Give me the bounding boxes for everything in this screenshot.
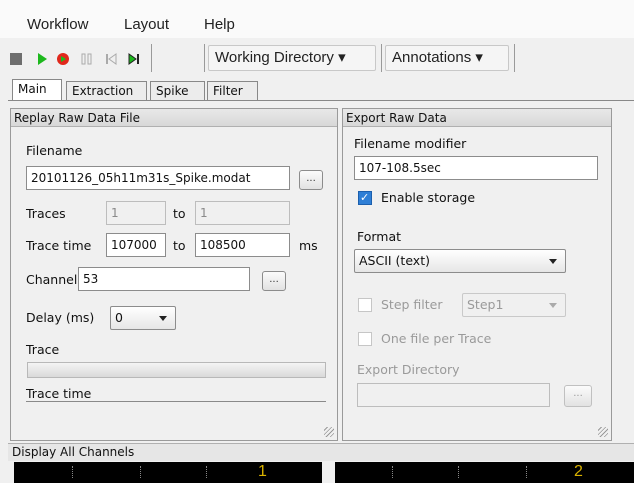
chevron-down-icon: ▾ (475, 49, 483, 66)
ms-label: ms (299, 238, 318, 253)
trace-progress-bar (27, 362, 326, 378)
channels-browse-button[interactable]: ... (262, 271, 286, 291)
channel-label-2: 2 (574, 463, 583, 480)
annotations-button[interactable]: Annotations ▾ (385, 45, 509, 71)
chevron-down-icon (549, 259, 557, 264)
record-icon[interactable] (56, 52, 70, 66)
resize-grip[interactable] (598, 427, 608, 437)
traces-to-label: to (173, 206, 186, 221)
tab-main[interactable]: Main (12, 79, 62, 101)
pause-icon[interactable] (80, 52, 94, 66)
filename-label: Filename (26, 143, 83, 158)
one-file-checkbox[interactable] (358, 332, 372, 346)
channel-label-1: 1 (258, 463, 267, 480)
chevron-down-icon (159, 316, 167, 321)
traces-to-field[interactable]: 1 (195, 201, 290, 225)
channels-field[interactable]: 53 (78, 267, 250, 291)
step-filter-select[interactable]: Step1 (462, 293, 566, 317)
annotations-label: Annotations (392, 49, 472, 66)
one-file-label: One file per Trace (381, 331, 492, 346)
enable-storage-checkbox[interactable] (358, 191, 372, 205)
filename-modifier-label: Filename modifier (354, 136, 467, 151)
display-header: Display All Channels (8, 443, 634, 461)
delay-select[interactable]: 0 (110, 306, 176, 330)
export-panel-title: Export Raw Data (343, 109, 611, 127)
trace-time-footer-label: Trace time (26, 386, 92, 401)
trace-time-to-field[interactable]: 108500 (195, 233, 290, 257)
step-filter-label: Step filter (381, 297, 443, 312)
toolbar-separator (151, 44, 152, 72)
traces-label: Traces (26, 206, 66, 221)
export-directory-browse-button[interactable]: ... (564, 385, 592, 407)
skip-back-icon[interactable] (104, 52, 118, 66)
tab-extraction[interactable]: Extraction (66, 81, 147, 101)
format-label: Format (357, 229, 402, 244)
display-title: Display All Channels (12, 445, 135, 459)
gridline (140, 466, 141, 478)
stop-icon[interactable] (10, 53, 22, 65)
menu-help[interactable]: Help (204, 16, 235, 33)
working-directory-button[interactable]: Working Directory ▾ (208, 45, 376, 71)
gridline (458, 466, 459, 478)
tab-spike[interactable]: Spike (150, 81, 205, 101)
trace-time-to-label: to (173, 238, 186, 253)
chevron-down-icon: ▾ (338, 49, 346, 66)
enable-storage-label: Enable storage (381, 190, 476, 205)
export-directory-label: Export Directory (357, 362, 460, 377)
step-filter-value: Step1 (467, 297, 504, 312)
filename-browse-button[interactable]: ... (299, 170, 323, 190)
toolbar-separator (204, 44, 205, 72)
tab-filter[interactable]: Filter (207, 81, 258, 101)
gridline (392, 466, 393, 478)
delay-value: 0 (115, 310, 123, 325)
delay-label: Delay (ms) (26, 310, 95, 325)
traces-from-field[interactable]: 1 (106, 201, 166, 225)
chevron-down-icon (549, 303, 557, 308)
toolbar-separator (381, 44, 382, 72)
toolbar-separator (514, 44, 515, 72)
trace-time-label: Trace time (26, 238, 92, 253)
format-value: ASCII (text) (359, 253, 430, 268)
export-directory-field[interactable] (357, 383, 550, 407)
channels-label: Channels (26, 272, 84, 287)
channel-scope-1[interactable] (14, 462, 322, 483)
menu-layout[interactable]: Layout (124, 16, 169, 33)
gridline (72, 466, 73, 478)
filename-modifier-field[interactable]: 107-108.5sec (354, 156, 598, 180)
gridline (526, 466, 527, 478)
filename-field[interactable]: 20101126_05h11m31s_Spike.modat (26, 166, 290, 190)
trace-label: Trace (26, 342, 60, 357)
replay-panel-title: Replay Raw Data File (11, 109, 337, 127)
resize-grip[interactable] (324, 427, 334, 437)
skip-forward-icon[interactable] (127, 52, 141, 66)
working-directory-label: Working Directory (215, 49, 334, 66)
gridline (206, 466, 207, 478)
play-icon[interactable] (35, 52, 49, 66)
menu-workflow[interactable]: Workflow (27, 16, 88, 33)
format-select[interactable]: ASCII (text) (354, 249, 566, 273)
channel-scope-2[interactable] (335, 462, 634, 483)
step-filter-checkbox[interactable] (358, 298, 372, 312)
trace-time-from-field[interactable]: 107000 (106, 233, 166, 257)
menu-bar: Workflow Layout Help (0, 0, 634, 38)
divider (26, 401, 326, 402)
